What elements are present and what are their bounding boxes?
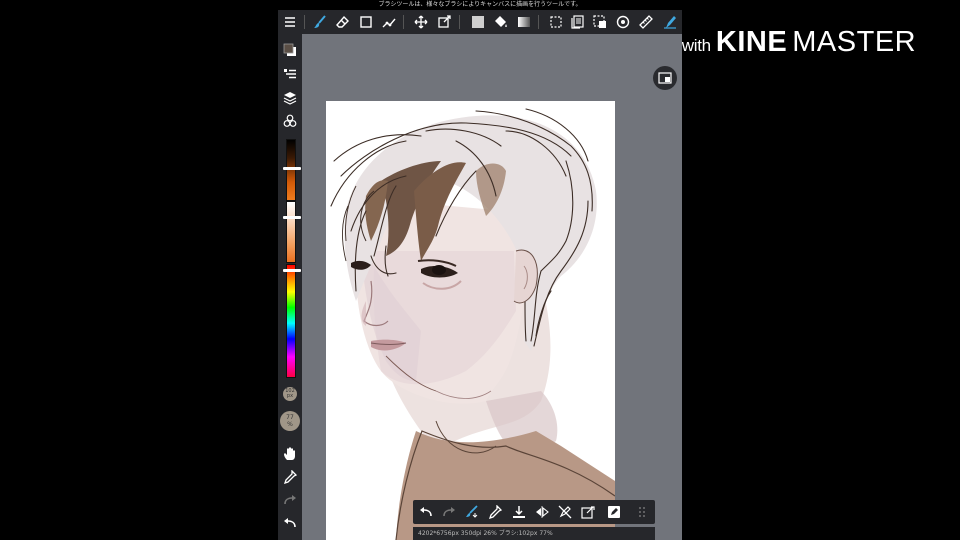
undo-icon[interactable] [416, 502, 436, 522]
navigator-icon [658, 72, 672, 84]
toolbar-divider [538, 15, 539, 29]
navigator-button[interactable] [653, 66, 677, 90]
brush-icon[interactable] [310, 12, 330, 32]
opacity-badge[interactable]: 77 % [280, 411, 300, 431]
brush-size-badge[interactable]: 102 px [283, 387, 297, 401]
bottom-toolbar [413, 500, 655, 524]
materials-icon[interactable] [280, 111, 300, 131]
fill-rect-icon[interactable] [468, 12, 488, 32]
color-swatch-icon[interactable] [280, 40, 300, 60]
eraser-icon[interactable] [333, 12, 353, 32]
watermark-brand-light: MASTER [792, 26, 917, 58]
layers-icon[interactable] [280, 88, 300, 108]
toolbar-divider [403, 15, 404, 29]
gradient-icon[interactable] [514, 12, 534, 32]
hue-slider[interactable] [283, 264, 301, 378]
toolbar-divider [459, 15, 460, 29]
toolbar-divider [304, 15, 305, 29]
slider-knob[interactable] [283, 167, 301, 170]
pen-icon[interactable] [660, 12, 680, 32]
top-toolbar [278, 10, 682, 34]
transform-icon[interactable] [434, 12, 454, 32]
medibang-app: 102 px 77 % 4202*6756px 350dpi 26% ブラシ:1… [278, 10, 682, 540]
drawing-canvas[interactable] [326, 101, 615, 540]
move-icon[interactable] [411, 12, 431, 32]
status-bar: 4202*6756px 350dpi 26% ブラシ:102px 77% [413, 527, 655, 540]
save-icon[interactable] [509, 502, 529, 522]
redo-icon[interactable] [280, 490, 300, 510]
portrait-artwork [330, 108, 615, 540]
redo-icon[interactable] [439, 502, 459, 522]
edit-icon[interactable] [604, 502, 624, 522]
brush-snap-icon[interactable] [462, 502, 482, 522]
watermark-brand-bold: KINE [715, 26, 788, 58]
rotate-icon[interactable] [613, 12, 633, 32]
left-toolbar: 102 px 77 % [278, 34, 302, 540]
clear-icon[interactable] [578, 502, 598, 522]
eyedropper-icon[interactable] [280, 467, 300, 487]
no-snap-icon[interactable] [555, 502, 575, 522]
slider-knob[interactable] [283, 216, 301, 219]
ruler-icon[interactable] [636, 12, 656, 32]
more-icon[interactable] [632, 502, 652, 522]
color-tint-slider[interactable] [283, 201, 301, 263]
bucket-icon[interactable] [491, 12, 511, 32]
brush-list-icon[interactable] [280, 64, 300, 84]
undo-icon[interactable] [280, 513, 300, 533]
slider-knob[interactable] [283, 269, 301, 272]
line-icon[interactable] [379, 12, 399, 32]
flip-icon[interactable] [532, 502, 552, 522]
lasso-select-icon[interactable] [546, 12, 566, 32]
tooltip-bar: ブラシツールは、様々なブラシによりキャンバスに描画を行うツールです。 [378, 1, 582, 8]
hand-icon[interactable] [280, 444, 300, 464]
rectangle-icon[interactable] [356, 12, 376, 32]
copy-layer-icon[interactable] [568, 12, 588, 32]
eyedropper-icon[interactable] [485, 502, 505, 522]
menu-icon[interactable] [280, 12, 300, 32]
select-icon[interactable] [590, 12, 610, 32]
color-shade-slider[interactable] [283, 139, 301, 201]
